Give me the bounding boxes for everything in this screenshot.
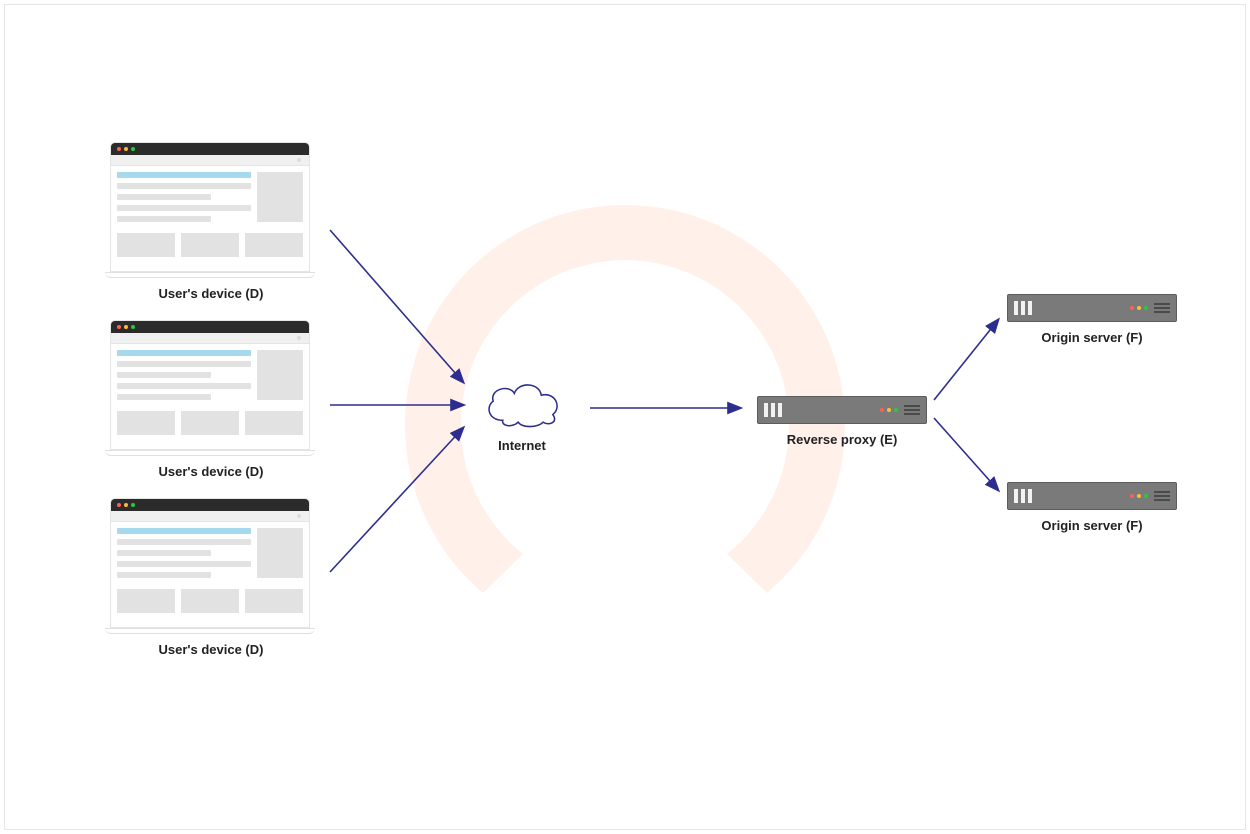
reverse-proxy-server [757,396,927,424]
origin-server-2 [1007,482,1177,510]
user-device-3 [110,498,320,634]
origin-server-1 [1007,294,1177,322]
cloud-icon [478,378,568,428]
device-1-label: User's device (D) [159,286,264,301]
device-2-label: User's device (D) [159,464,264,479]
server-icon [1007,294,1177,322]
laptop-icon [110,498,310,628]
server-icon [1007,482,1177,510]
user-device-1 [110,142,320,278]
origin-2-label: Origin server (F) [1041,518,1142,533]
server-icon [757,396,927,424]
laptop-icon [110,142,310,272]
user-device-2 [110,320,320,456]
origin-1-label: Origin server (F) [1041,330,1142,345]
background-ring-icon [395,195,855,655]
internet-label: Internet [498,438,546,453]
laptop-icon [110,320,310,450]
reverse-proxy-label: Reverse proxy (E) [787,432,898,447]
device-3-label: User's device (D) [159,642,264,657]
